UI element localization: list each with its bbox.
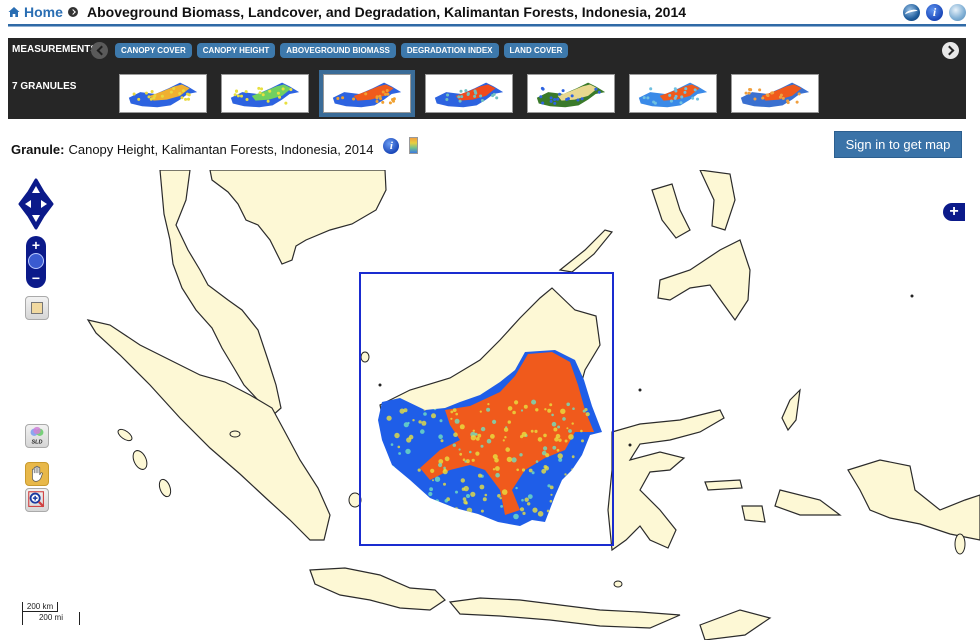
chip-canopy-height[interactable]: CANOPY HEIGHT (196, 43, 276, 58)
granules-label: 7 GRANULES (12, 81, 77, 92)
scale-mi: 200 mi (22, 612, 80, 625)
granule-info-icon[interactable]: i (383, 137, 400, 154)
breadcrumb-separator-icon (68, 7, 78, 17)
chip-aboveground-biomass[interactable]: ABOVEGROUND BIOMASS (280, 43, 396, 58)
granule-bounding-box (359, 272, 614, 546)
chip-degradation-index[interactable]: DEGRADATION INDEX (400, 43, 499, 58)
page-title: Aboveground Biomass, Landcover, and Degr… (87, 4, 687, 20)
info-icon[interactable]: i (926, 4, 943, 21)
granule-thumbnail[interactable] (629, 74, 717, 113)
globe-icon[interactable] (949, 4, 966, 21)
sign-in-button[interactable]: Sign in to get map (834, 131, 962, 158)
measurements-label: MEASUREMENTS (12, 44, 98, 55)
google-earth-icon[interactable] (903, 4, 920, 21)
granule-thumbnail[interactable] (731, 74, 819, 113)
granule-label: Granule: (11, 142, 65, 157)
granule-thumbnail[interactable] (527, 74, 615, 113)
header: Home Aboveground Biomass, Landcover, and… (0, 0, 980, 28)
granule-value: Canopy Height, Kalimantan Forests, Indon… (68, 142, 374, 157)
home-icon (8, 7, 20, 17)
granule-thumbnail[interactable] (119, 74, 207, 113)
measurement-bar: MEASUREMENTS CANOPY COVER CANOPY HEIGHT … (8, 38, 966, 119)
previous-arrow-icon[interactable] (91, 42, 108, 59)
granule-info: Granule: Canopy Height, Kalimantan Fores… (11, 137, 419, 158)
scale-km: 200 km (22, 602, 58, 612)
granule-thumbnail[interactable] (425, 74, 513, 113)
home-label: Home (24, 4, 63, 20)
chip-land-cover[interactable]: LAND COVER (503, 43, 569, 58)
granule-thumbnail[interactable] (221, 74, 309, 113)
next-arrow-icon[interactable] (942, 42, 959, 59)
header-divider (8, 24, 966, 27)
chip-canopy-cover[interactable]: CANOPY COVER (115, 43, 192, 58)
home-link[interactable]: Home (8, 4, 63, 20)
measurement-chips: CANOPY COVER CANOPY HEIGHT ABOVEGROUND B… (115, 43, 569, 58)
legend-icon[interactable] (409, 137, 419, 154)
granule-thumbnail[interactable] (319, 70, 415, 117)
map-view[interactable]: + − SLD + 200 km 200 mi (0, 170, 980, 640)
